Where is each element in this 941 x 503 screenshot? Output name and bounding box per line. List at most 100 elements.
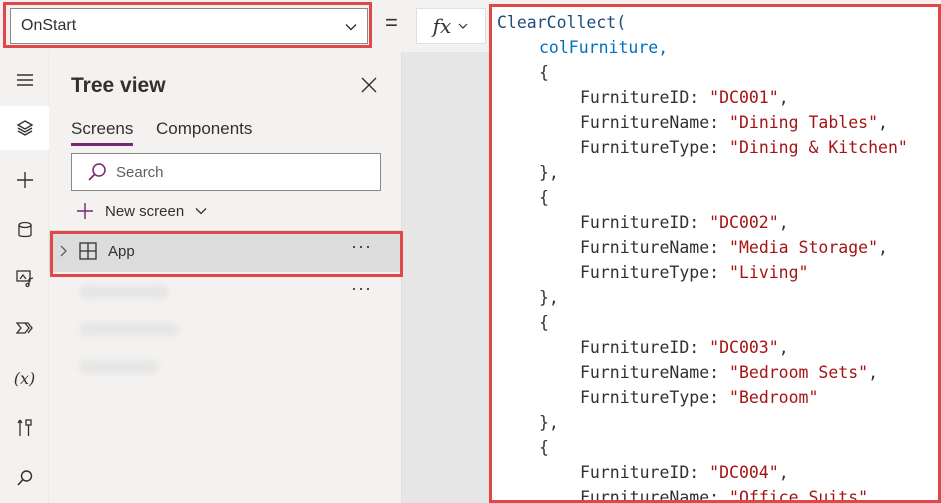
code-token: FurnitureName: — [580, 488, 730, 503]
tree-view-button[interactable] — [0, 106, 49, 150]
chevron-down-icon — [195, 208, 207, 215]
code-token: }, — [539, 413, 559, 432]
left-rail: (x) — [0, 52, 49, 503]
media-icon — [15, 270, 33, 288]
new-screen-label: New screen — [105, 202, 185, 220]
code-token: FurnitureID: — [580, 88, 710, 107]
code-line: }, — [539, 160, 559, 185]
code-token: { — [539, 438, 549, 457]
formula-editor[interactable]: ClearCollect( colFurniture, { FurnitureID: … — [489, 4, 941, 503]
code-line: { — [539, 310, 549, 335]
code-token: "Dining Tables" — [729, 113, 879, 132]
tree-view-panel: Tree view Screens Components Search New … — [49, 52, 402, 503]
code-line: FurnitureType: "Living" — [580, 260, 809, 285]
search-input[interactable]: Search — [71, 153, 381, 191]
tab-screens[interactable]: Screens — [71, 119, 133, 139]
code-token: { — [539, 313, 549, 332]
code-token: { — [539, 63, 549, 82]
code-token: , — [778, 88, 789, 107]
fx-button[interactable]: fx — [416, 8, 486, 44]
tools-button[interactable] — [0, 406, 49, 450]
fx-icon: fx — [432, 14, 452, 38]
property-dropdown-value: OnStart — [21, 17, 77, 34]
plus-icon — [77, 203, 93, 219]
equals-sign: = — [385, 10, 398, 35]
code-line: colFurniture, — [539, 35, 668, 60]
variables-icon: (x) — [13, 368, 36, 388]
code-line: { — [539, 185, 549, 210]
code-line: }, — [539, 410, 559, 435]
tab-components[interactable]: Components — [156, 119, 252, 139]
code-token: }, — [539, 288, 559, 307]
tree-item-app[interactable]: App ··· — [49, 230, 401, 272]
code-token: , — [878, 113, 888, 132]
new-screen-button[interactable]: New screen — [75, 201, 208, 221]
code-token: , — [778, 338, 789, 357]
chevron-down-icon — [345, 24, 357, 31]
code-line: FurnitureID: "DC001", — [580, 85, 789, 110]
chevron-down-icon — [458, 23, 468, 29]
code-line: FurnitureType: "Dining & Kitchen" — [580, 135, 908, 160]
app-icon — [79, 242, 97, 260]
power-automate-icon — [15, 322, 33, 334]
tab-active-indicator — [71, 143, 133, 146]
code-line: FurnitureName: "Dining Tables", — [580, 110, 888, 135]
code-token: FurnitureID: — [580, 463, 710, 482]
code-token: "Living" — [729, 263, 809, 282]
code-line: FurnitureName: "Bedroom Sets", — [580, 360, 878, 385]
chevron-right-icon[interactable] — [58, 244, 68, 258]
hamburger-button[interactable] — [0, 58, 49, 102]
code-token: "DC002" — [709, 213, 779, 232]
code-token: , — [868, 363, 879, 382]
code-token: FurnitureName: — [580, 238, 730, 257]
code-token: FurnitureID: — [580, 338, 710, 357]
code-token: FurnitureType: — [580, 138, 730, 157]
code-token: FurnitureType: — [580, 263, 730, 282]
search-icon — [88, 163, 106, 181]
code-token: , — [778, 213, 789, 232]
code-line: FurnitureID: "DC004", — [580, 460, 789, 485]
more-options-icon[interactable]: ··· — [351, 236, 372, 257]
code-token: "Bedroom Sets" — [729, 363, 869, 382]
plus-icon — [16, 172, 33, 188]
code-token: }, — [539, 163, 559, 182]
search-placeholder: Search — [116, 163, 164, 181]
code-token: ClearCollect( — [497, 13, 627, 32]
tree-item-app-label: App — [108, 243, 135, 260]
layers-icon — [16, 120, 33, 136]
insert-button[interactable] — [0, 158, 49, 202]
code-line: }, — [539, 285, 559, 310]
code-line: FurnitureID: "DC002", — [580, 210, 789, 235]
code-line: FurnitureID: "DC003", — [580, 335, 789, 360]
data-button[interactable] — [0, 208, 49, 252]
more-options-icon[interactable]: ··· — [351, 278, 372, 299]
code-token: "Dining & Kitchen" — [729, 138, 908, 157]
hamburger-icon — [16, 74, 33, 86]
blurred-tree-item — [79, 360, 159, 374]
code-token: "DC003" — [709, 338, 779, 357]
code-line: { — [539, 435, 549, 460]
variables-button[interactable]: (x) — [0, 356, 49, 400]
search-button[interactable] — [0, 456, 49, 500]
media-button[interactable] — [0, 256, 49, 300]
blurred-tree-item — [79, 322, 179, 336]
power-automate-button[interactable] — [0, 306, 49, 350]
database-icon — [17, 221, 32, 238]
code-token: "DC004" — [709, 463, 779, 482]
code-token: "Media Storage" — [729, 238, 879, 257]
code-token: FurnitureName: — [580, 113, 730, 132]
code-token: "Bedroom" — [729, 388, 819, 407]
code-token: FurnitureID: — [580, 213, 710, 232]
code-line: ClearCollect( — [497, 10, 626, 35]
code-line: FurnitureType: "Bedroom" — [580, 385, 818, 410]
code-token: FurnitureType: — [580, 388, 730, 407]
code-token: FurnitureName: — [580, 363, 730, 382]
code-line: { — [539, 60, 549, 85]
code-token: , — [878, 238, 888, 257]
code-line: FurnitureName: "Office Suits", — [580, 485, 878, 503]
close-icon[interactable] — [359, 75, 379, 95]
code-token: , — [778, 463, 789, 482]
code-token: "Office Suits" — [729, 488, 869, 503]
tree-view-title: Tree view — [71, 74, 166, 97]
property-dropdown[interactable]: OnStart — [10, 8, 368, 44]
